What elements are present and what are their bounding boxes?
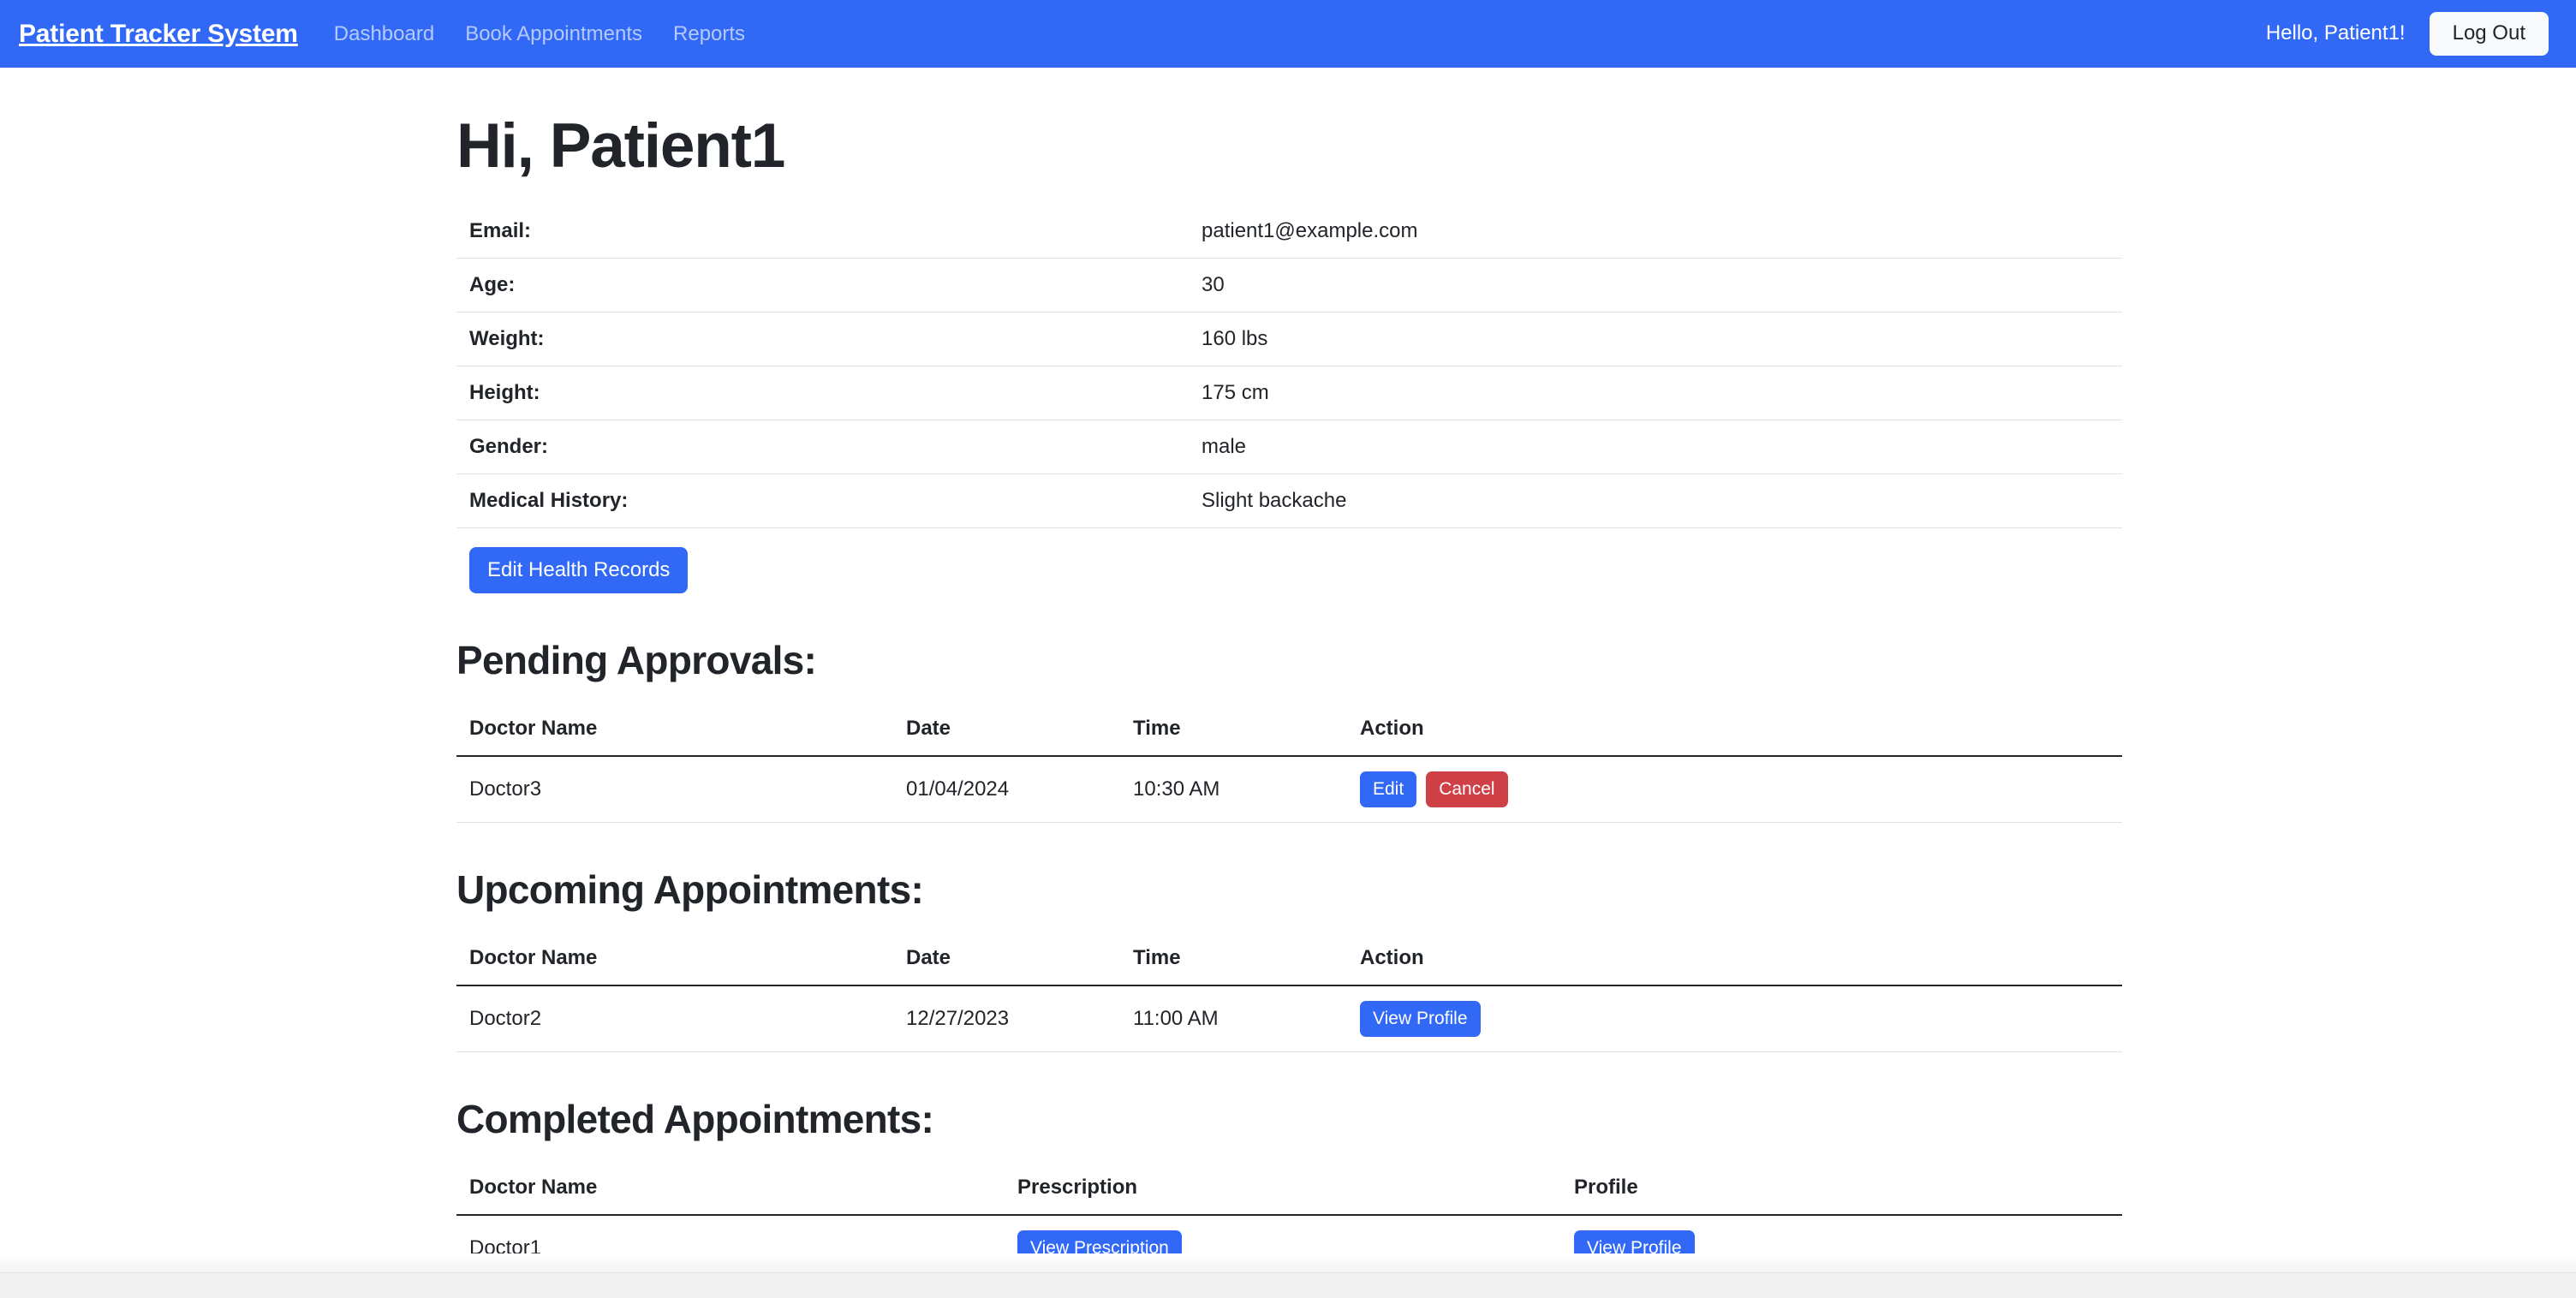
edit-health-records-button[interactable]: Edit Health Records: [469, 547, 689, 593]
health-value-medical-history: Slight backache: [1189, 473, 2122, 529]
column-header-prescription: Prescription: [1005, 1160, 1561, 1216]
nav-link-dashboard[interactable]: Dashboard: [334, 22, 434, 46]
table-row: Medical History: Slight backache: [456, 473, 2122, 529]
table-header-row: Doctor Name Date Time Action: [456, 931, 2122, 986]
main-content: Hi, Patient1 Email: patient1@example.com…: [0, 68, 2576, 1282]
upcoming-action-cell: View Profile: [1347, 985, 2122, 1052]
upcoming-doctor-name: Doctor2: [456, 985, 893, 1052]
table-header-row: Doctor Name Date Time Action: [456, 701, 2122, 757]
brand-logo[interactable]: Patient Tracker System: [19, 20, 298, 49]
table-row: Doctor3 01/04/2024 10:30 AM Edit Cancel: [456, 755, 2122, 823]
upcoming-date: 12/27/2023: [893, 985, 1120, 1052]
column-header-doctor-name: Doctor Name: [456, 1160, 1005, 1216]
user-greeting: Hello, Patient1!: [2265, 21, 2406, 45]
health-label-email: Email:: [456, 205, 1189, 259]
column-header-time: Time: [1120, 931, 1347, 986]
health-value-weight: 160 lbs: [1189, 312, 2122, 367]
nav-links: Dashboard Book Appointments Reports: [334, 22, 745, 46]
column-header-date: Date: [893, 931, 1120, 986]
pending-time: 10:30 AM: [1120, 755, 1347, 823]
view-doctor-profile-button[interactable]: View Profile: [1360, 1000, 1481, 1037]
table-row: Doctor2 12/27/2023 11:00 AM View Profile: [456, 985, 2122, 1052]
health-records-table: Email: patient1@example.com Age: 30 Weig…: [456, 205, 2122, 529]
pending-action-cell: Edit Cancel: [1347, 755, 2122, 823]
pending-approvals-table: Doctor Name Date Time Action Doctor3 01/…: [456, 701, 2122, 823]
table-row: Height: 175 cm: [456, 366, 2122, 421]
log-out-button[interactable]: Log Out: [2429, 12, 2549, 56]
column-header-action: Action: [1347, 931, 2122, 986]
health-label-weight: Weight:: [456, 312, 1189, 367]
health-value-email: patient1@example.com: [1189, 205, 2122, 259]
health-value-age: 30: [1189, 258, 2122, 313]
column-header-time: Time: [1120, 701, 1347, 757]
completed-appointments-heading: Completed Appointments:: [456, 1096, 934, 1141]
page-bottom-shade: [0, 1253, 2576, 1272]
nav-link-reports[interactable]: Reports: [673, 22, 745, 46]
upcoming-appointments-heading: Upcoming Appointments:: [456, 866, 924, 912]
column-header-doctor-name: Doctor Name: [456, 931, 893, 986]
top-navbar: Patient Tracker System Dashboard Book Ap…: [0, 0, 2576, 68]
table-row: Age: 30: [456, 258, 2122, 313]
horizontal-scrollbar[interactable]: [0, 1272, 2576, 1298]
pending-action-buttons: Edit Cancel: [1360, 771, 2109, 807]
health-label-medical-history: Medical History:: [456, 473, 1189, 529]
column-header-action: Action: [1347, 701, 2122, 757]
upcoming-appointments-table: Doctor Name Date Time Action Doctor2 12/…: [456, 931, 2122, 1052]
health-label-gender: Gender:: [456, 420, 1189, 475]
pending-date: 01/04/2024: [893, 755, 1120, 823]
table-row: Email: patient1@example.com: [456, 205, 2122, 259]
table-header-row: Doctor Name Prescription Profile: [456, 1160, 2122, 1216]
page-title: Hi, Patient1: [456, 111, 785, 181]
navbar-right-group: Hello, Patient1! Log Out: [2265, 12, 2549, 56]
upcoming-time: 11:00 AM: [1120, 985, 1347, 1052]
column-header-profile: Profile: [1561, 1160, 2122, 1216]
health-value-gender: male: [1189, 420, 2122, 475]
cancel-appointment-button[interactable]: Cancel: [1426, 771, 1508, 807]
table-row: Weight: 160 lbs: [456, 312, 2122, 367]
health-label-height: Height:: [456, 366, 1189, 421]
table-row: Gender: male: [456, 420, 2122, 475]
health-value-height: 175 cm: [1189, 366, 2122, 421]
pending-approvals-heading: Pending Approvals:: [456, 637, 817, 682]
nav-link-book-appointments[interactable]: Book Appointments: [465, 22, 642, 46]
pending-doctor-name: Doctor3: [456, 755, 893, 823]
health-label-age: Age:: [456, 258, 1189, 313]
edit-appointment-button[interactable]: Edit: [1360, 771, 1417, 807]
column-header-date: Date: [893, 701, 1120, 757]
column-header-doctor-name: Doctor Name: [456, 701, 893, 757]
horizontal-scrollbar-thumb[interactable]: [0, 1277, 2175, 1295]
